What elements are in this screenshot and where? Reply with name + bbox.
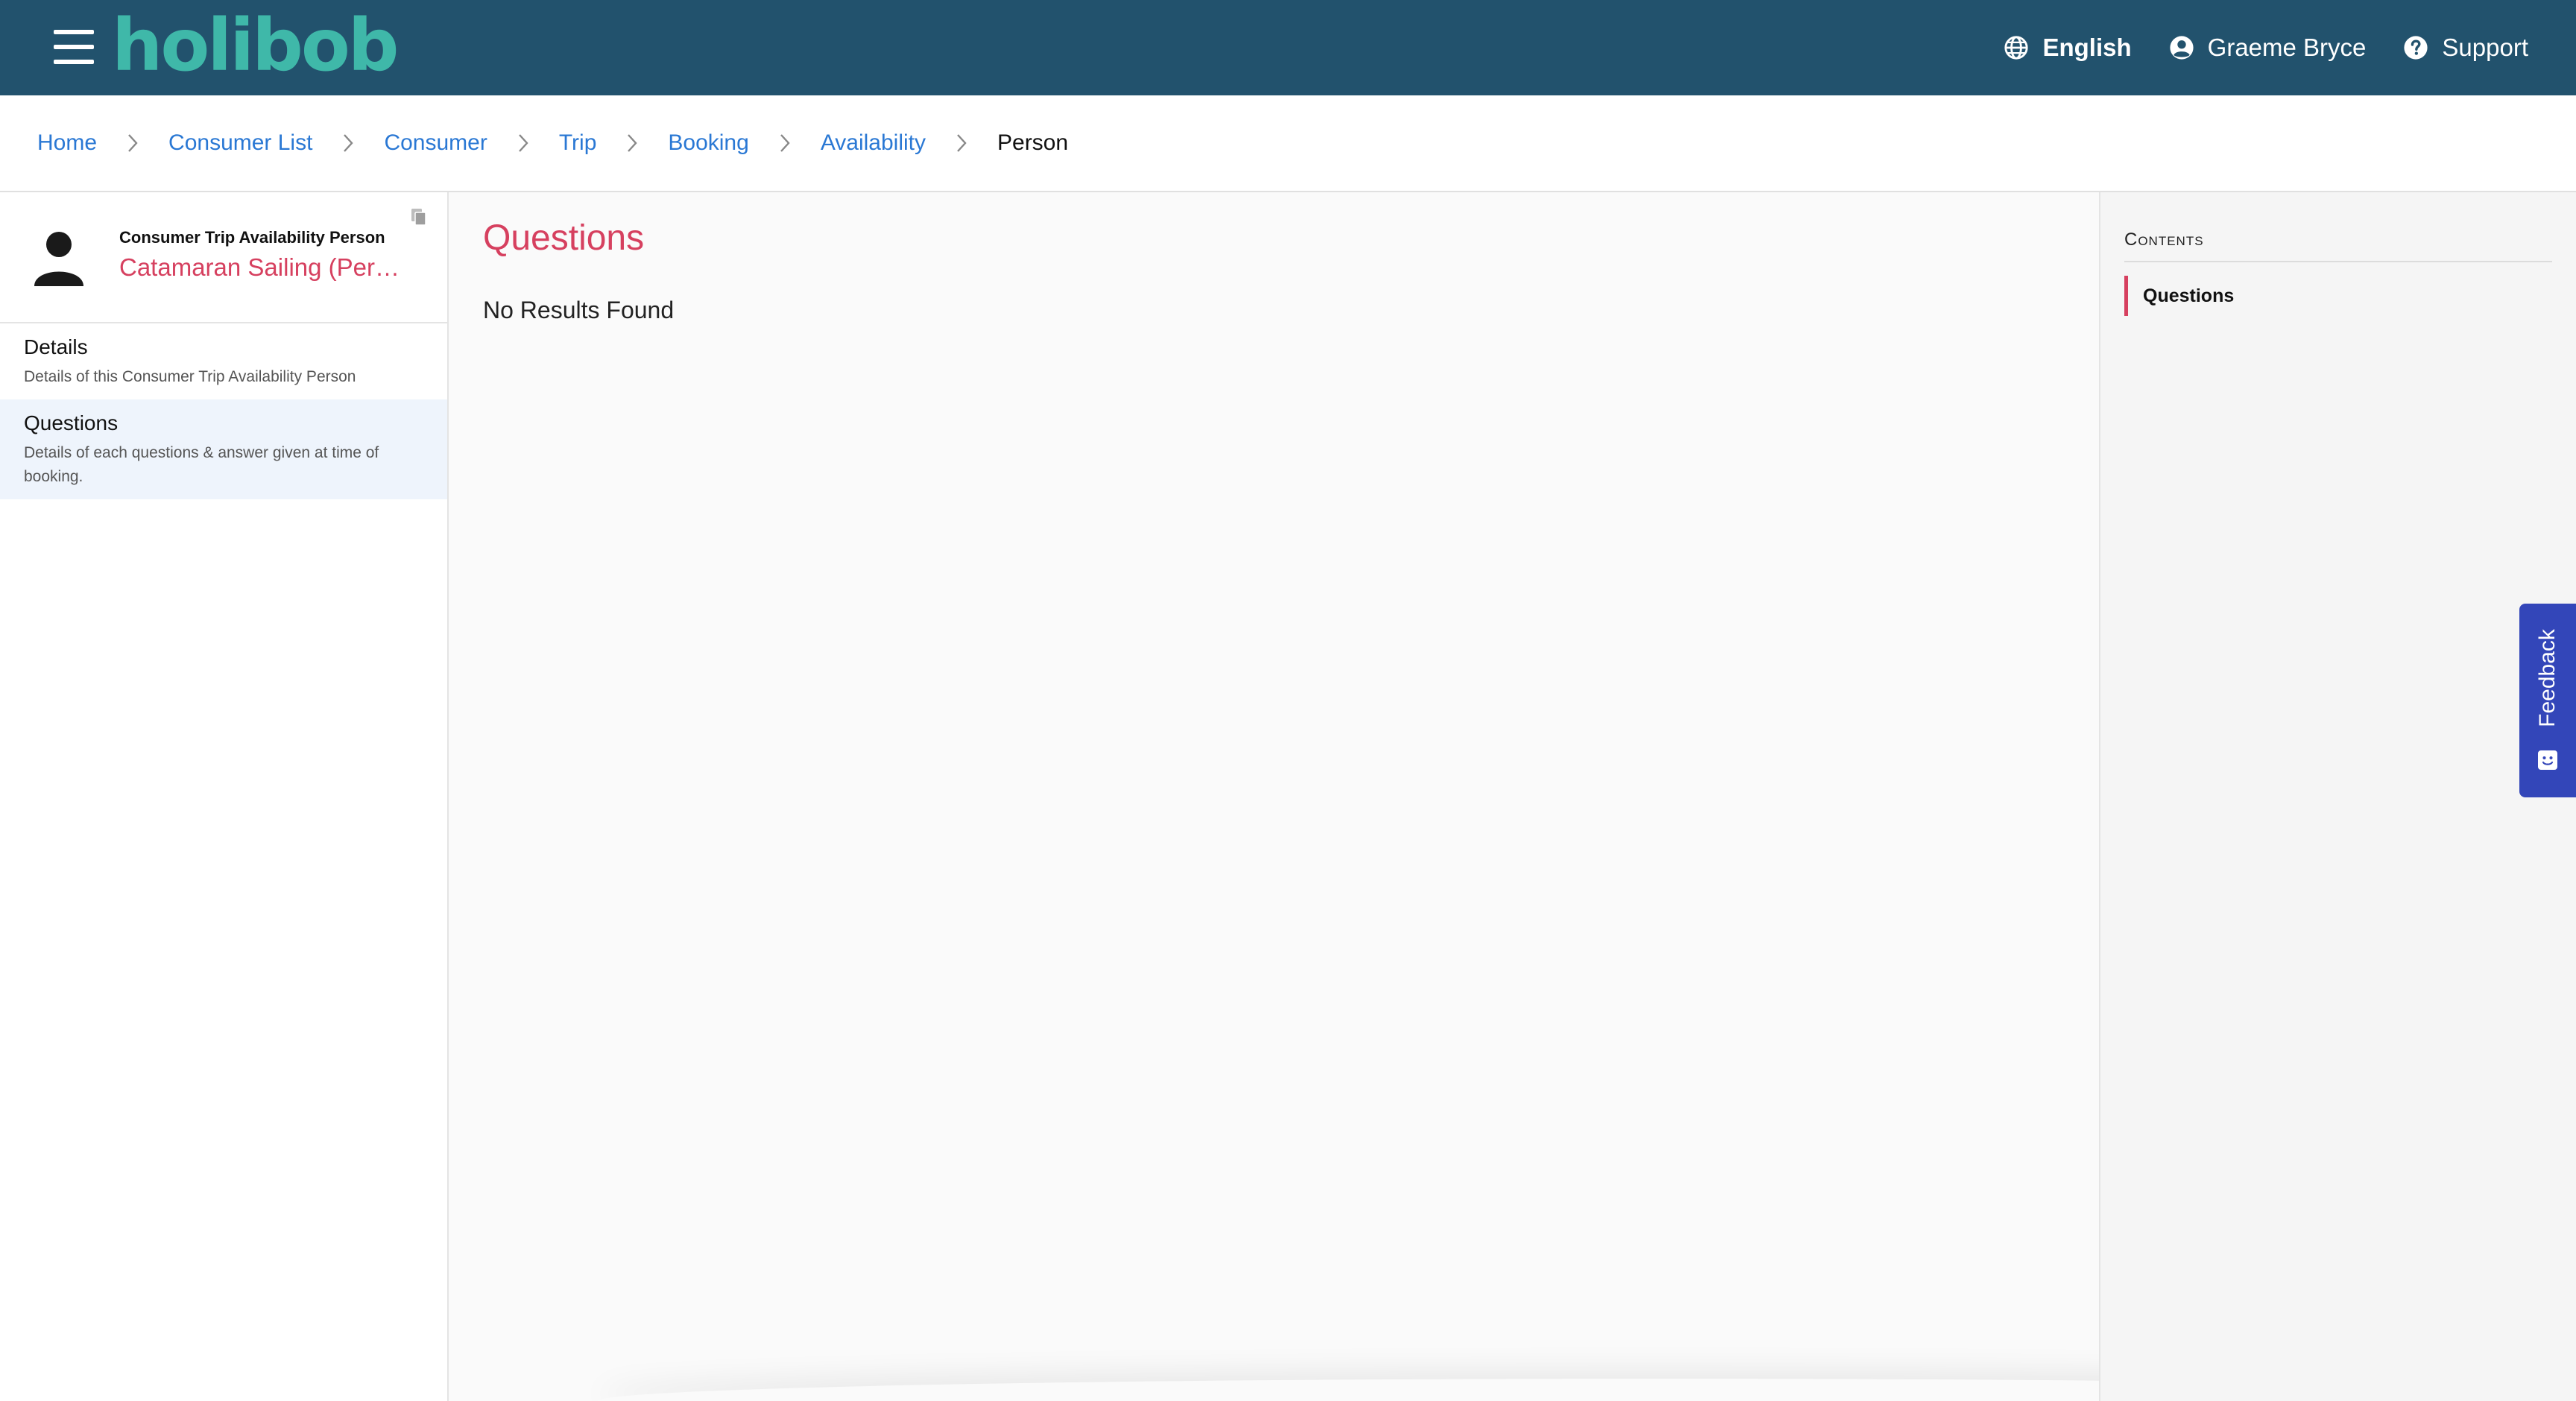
header-actions: English Graeme Bryce Support <box>1966 0 2528 95</box>
breadcrumb-consumer[interactable]: Consumer <box>384 130 487 156</box>
breadcrumb: Home Consumer List Consumer Trip Booking… <box>0 95 2576 192</box>
user-menu[interactable]: Graeme Bryce <box>2169 34 2367 62</box>
breadcrumb-home[interactable]: Home <box>37 130 97 156</box>
support-link[interactable]: Support <box>2403 34 2528 62</box>
feedback-tab[interactable]: Feedback <box>2519 604 2576 797</box>
main-content: Questions No Results Found <box>449 192 2099 1401</box>
entity-type-label: Consumer Trip Availability Person <box>119 228 385 247</box>
entity-header: Consumer Trip Availability Person Catama… <box>0 192 447 323</box>
smiley-icon <box>2538 750 2557 770</box>
chevron-right-icon <box>626 133 638 153</box>
sidebar-item-title: Details <box>24 335 88 358</box>
sidebar-item-description: Details of this Consumer Trip Availabili… <box>24 368 356 385</box>
user-name: Graeme Bryce <box>2207 34 2367 61</box>
left-sidebar: Consumer Trip Availability Person Catama… <box>0 192 449 1401</box>
holibob-logo[interactable]: holibob <box>112 10 399 81</box>
contents-heading: Contents <box>2124 230 2552 262</box>
language-label: English <box>2042 34 2132 61</box>
page-title: Questions <box>483 218 645 258</box>
top-header: holibob English Graeme Bryce Support <box>0 0 2576 95</box>
chevron-right-icon <box>517 133 529 153</box>
globe-icon <box>2004 36 2029 60</box>
breadcrumb-trip[interactable]: Trip <box>559 130 597 156</box>
sidebar-item-details[interactable]: Details Details of this Consumer Trip Av… <box>0 323 447 399</box>
breadcrumb-availability[interactable]: Availability <box>821 130 926 156</box>
chevron-right-icon <box>127 133 139 153</box>
chevron-right-icon <box>342 133 354 153</box>
contents-item-questions[interactable]: Questions <box>2124 276 2234 316</box>
breadcrumb-consumer-list[interactable]: Consumer List <box>168 130 312 156</box>
menu-icon[interactable] <box>54 30 94 64</box>
sidebar-item-description: Details of each questions & answer given… <box>24 444 379 485</box>
entity-name: Catamaran Sailing (Per… <box>119 253 400 281</box>
support-label: Support <box>2442 34 2528 61</box>
account-circle-icon <box>2170 36 2194 60</box>
chevron-right-icon <box>779 133 791 153</box>
person-icon <box>34 232 83 286</box>
breadcrumb-booking[interactable]: Booking <box>668 130 748 156</box>
breadcrumb-person: Person <box>997 130 1069 155</box>
sidebar-item-title: Questions <box>24 411 119 434</box>
language-selector[interactable]: English <box>2004 34 2132 62</box>
sidebar-item-questions[interactable]: Questions Details of each questions & an… <box>0 399 447 499</box>
app-root: holibob English Graeme Bryce Support Hom… <box>0 0 2576 1401</box>
copy-icon[interactable] <box>410 207 428 227</box>
chevron-right-icon <box>956 133 967 153</box>
feedback-label: Feedback <box>2535 629 2560 727</box>
contents-panel: Contents Questions <box>2099 192 2576 1401</box>
empty-state-message: No Results Found <box>483 297 675 323</box>
help-icon <box>2404 36 2428 60</box>
